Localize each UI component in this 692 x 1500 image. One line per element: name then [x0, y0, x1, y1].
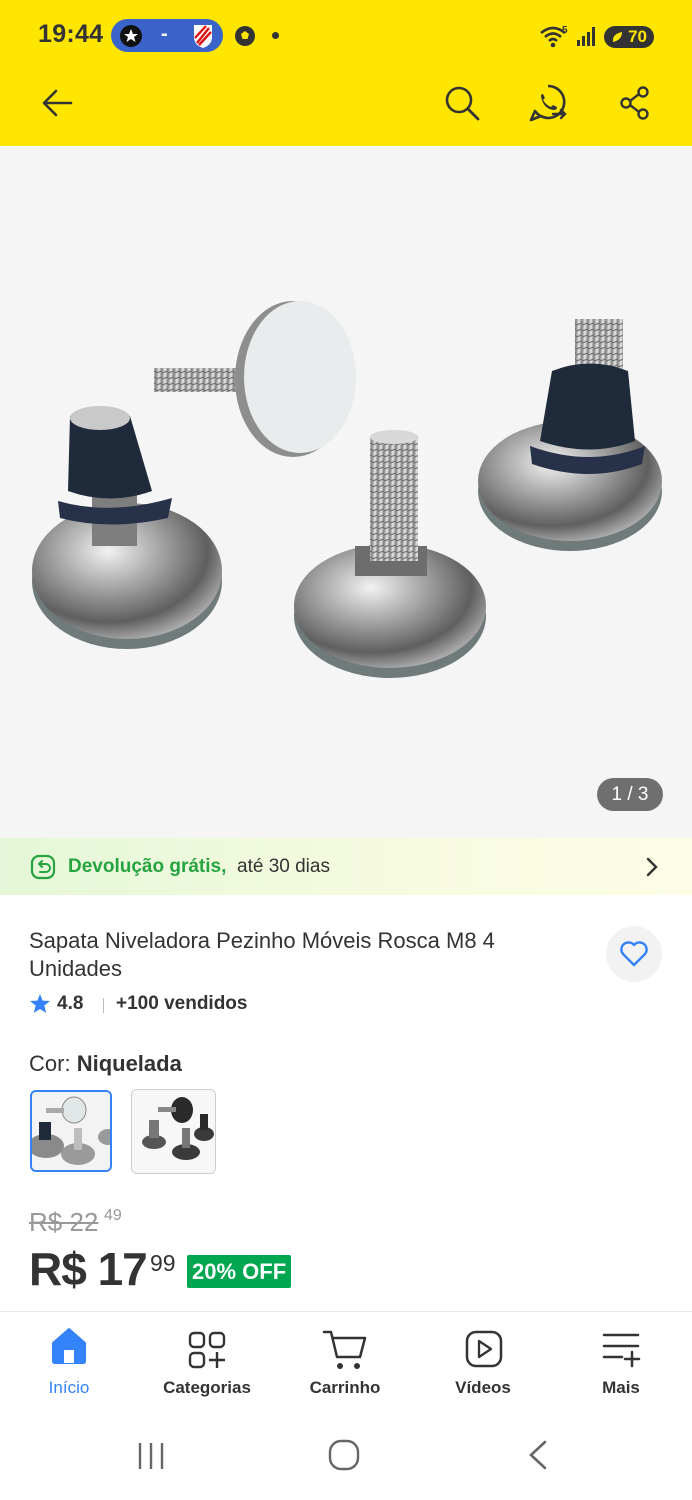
nav-item-categories[interactable]: Categorias [138, 1312, 276, 1412]
network-type: 5 [562, 25, 568, 36]
nav-item-home[interactable]: Início [0, 1312, 138, 1412]
current-price: R$ 17 [29, 1243, 148, 1295]
whatsapp-icon[interactable] [527, 82, 569, 124]
battery-saver-icon [612, 32, 622, 42]
share-icon[interactable] [619, 86, 651, 120]
system-back-icon[interactable] [526, 1439, 550, 1471]
color-option-black[interactable] [131, 1089, 216, 1174]
divider [103, 998, 104, 1013]
wifi-icon: 5 [540, 25, 568, 48]
color-label: Cor: Niquelada [29, 1051, 182, 1077]
product-title: Sapata Niveladora Pezinho Móveis Rosca M… [29, 928, 495, 981]
return-period-text: até 30 dias [237, 856, 330, 877]
nav-label: Mais [602, 1378, 640, 1397]
battery-level: 70 [628, 27, 647, 46]
product-photo [32, 301, 662, 678]
team-badge-icon [120, 25, 142, 47]
free-return-text: Devolução grátis, [68, 856, 227, 877]
battery-indicator: 70 [604, 26, 654, 48]
color-value: Niquelada [76, 1051, 182, 1076]
original-price: R$ 22 [29, 1207, 99, 1237]
team-badge-icon [194, 25, 212, 48]
discount-badge: 20% OFF [187, 1255, 292, 1288]
system-navigation-bar [0, 1411, 692, 1500]
chevron-right-icon[interactable] [643, 856, 661, 878]
sold-count: +100 vendidos [116, 993, 248, 1014]
return-icon [30, 854, 56, 880]
home-icon [52, 1328, 86, 1364]
favorite-button[interactable] [606, 926, 662, 982]
nav-item-more[interactable]: Mais [552, 1312, 690, 1412]
nav-label: Vídeos [455, 1378, 511, 1397]
product-image-gallery[interactable] [0, 146, 692, 838]
score-separator: - [161, 23, 168, 45]
bottom-navigation: Início Categorias Carrinho Vídeos Mais [0, 1311, 692, 1412]
home-button-icon[interactable] [328, 1439, 360, 1471]
color-option-nickel[interactable] [30, 1090, 112, 1172]
nav-label: Carrinho [309, 1378, 381, 1397]
nav-item-cart[interactable]: Carrinho [276, 1312, 414, 1412]
nav-label: Início [48, 1378, 90, 1397]
signal-icon [577, 27, 595, 46]
video-icon [465, 1330, 503, 1368]
heart-icon [620, 941, 648, 967]
nav-item-videos[interactable]: Vídeos [414, 1312, 552, 1412]
current-price-cents: 99 [150, 1250, 176, 1276]
soccer-ball-icon [235, 26, 255, 46]
color-label-prefix: Cor: [29, 1051, 71, 1076]
cart-icon [322, 1330, 367, 1369]
top-app-bar [0, 0, 692, 146]
swatch-thumbnail [32, 1092, 110, 1170]
recent-apps-icon[interactable] [136, 1441, 166, 1471]
status-time: 19:44 [38, 20, 104, 48]
live-score-pill[interactable]: - [111, 19, 223, 52]
back-arrow-icon[interactable] [40, 86, 74, 120]
rating-value: 4.8 [57, 993, 84, 1014]
star-icon [30, 994, 50, 1013]
categories-icon [188, 1331, 226, 1369]
menu-icon [602, 1333, 641, 1368]
search-icon[interactable] [443, 84, 481, 122]
notification-dot [272, 32, 279, 39]
original-price-cents: 49 [104, 1207, 122, 1224]
image-counter: 1 / 3 [597, 778, 663, 811]
swatch-thumbnail [132, 1090, 215, 1173]
nav-label: Categorias [163, 1378, 251, 1397]
